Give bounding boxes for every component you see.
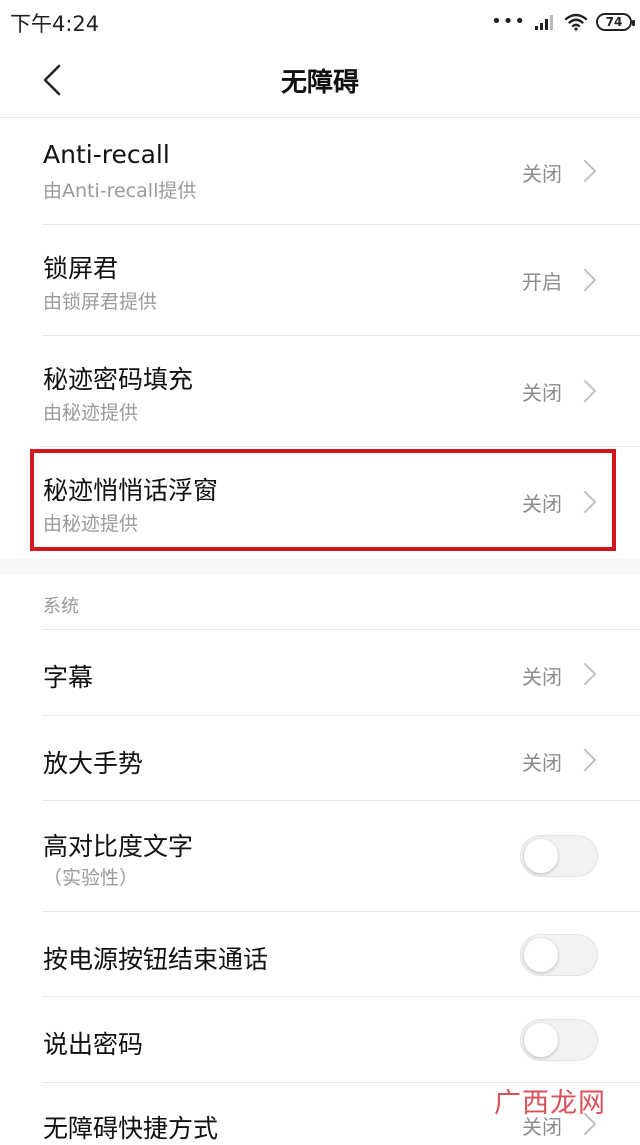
wifi-icon	[564, 13, 588, 31]
toggle-knob	[524, 938, 558, 972]
row-status: 关闭	[522, 665, 562, 689]
row-title: 秘迹密码填充	[43, 365, 194, 394]
high-contrast-toggle[interactable]	[520, 835, 598, 877]
row-title: 高对比度文字	[43, 832, 194, 861]
status-bar: 下午4:24 ••• 74	[0, 0, 640, 44]
system-row-speak-passwords: 说出密码	[0, 997, 640, 1083]
row-title: 锁屏君	[43, 254, 119, 283]
row-subtitle: 由秘迹提供	[43, 513, 139, 535]
battery-icon: 74	[596, 13, 635, 31]
system-row-high-contrast-text: 高对比度文字 （实验性）	[0, 801, 640, 912]
battery-level: 74	[605, 15, 623, 29]
row-status: 关闭	[522, 751, 562, 775]
service-row-suopingjun[interactable]: 锁屏君 由锁屏君提供 开启	[0, 225, 640, 336]
row-status: 关闭	[522, 381, 562, 405]
row-title: 字幕	[43, 663, 94, 692]
row-subtitle: 由锁屏君提供	[43, 291, 158, 313]
signal-icon	[535, 15, 553, 30]
row-title: 秘迹悄悄话浮窗	[43, 476, 219, 505]
status-time: 下午4:24	[10, 12, 100, 36]
row-subtitle: （实验性）	[43, 867, 139, 889]
row-status: 关闭	[522, 162, 562, 186]
row-status: 关闭	[522, 492, 562, 516]
section-gap	[0, 558, 640, 574]
system-row-magnification[interactable]: 放大手势 关闭	[0, 716, 640, 801]
status-icons: ••• 74	[491, 8, 635, 36]
chevron-right-icon	[584, 269, 596, 291]
toggle-knob	[524, 1023, 558, 1057]
section-header-system: 系统	[0, 574, 640, 630]
chevron-right-icon	[584, 160, 596, 182]
system-row-power-ends-call: 按电源按钮结束通话	[0, 912, 640, 997]
service-row-anti-recall[interactable]: Anti-recall 由Anti-recall提供 关闭	[0, 118, 640, 225]
chevron-right-icon	[584, 491, 596, 513]
watermark: 广西龙网	[494, 1088, 606, 1119]
chevron-right-icon	[584, 663, 596, 685]
row-title: 按电源按钮结束通话	[43, 945, 269, 974]
row-title: Anti-recall	[43, 140, 170, 169]
row-subtitle: 由秘迹提供	[43, 402, 139, 424]
row-status: 开启	[522, 270, 562, 294]
chevron-right-icon	[584, 749, 596, 771]
nav-bar: 无障碍	[0, 44, 640, 118]
service-row-miji-whisper-window[interactable]: 秘迹悄悄话浮窗 由秘迹提供 关闭	[0, 447, 640, 558]
section-label: 系统	[43, 596, 79, 617]
page-title: 无障碍	[280, 68, 359, 98]
toggle-knob	[524, 839, 558, 873]
settings-list: Anti-recall 由Anti-recall提供 关闭 锁屏君 由锁屏君提供…	[0, 118, 640, 1143]
row-title: 说出密码	[43, 1030, 144, 1059]
power-ends-call-toggle[interactable]	[520, 934, 598, 976]
row-subtitle: 由Anti-recall提供	[43, 180, 197, 202]
chevron-right-icon	[584, 380, 596, 402]
row-title: 放大手势	[43, 749, 144, 778]
speak-passwords-toggle[interactable]	[520, 1019, 598, 1061]
system-row-captions[interactable]: 字幕 关闭	[0, 630, 640, 716]
service-row-miji-password[interactable]: 秘迹密码填充 由秘迹提供 关闭	[0, 336, 640, 447]
row-title: 无障碍快捷方式	[43, 1114, 219, 1143]
more-dots-icon: •••	[491, 11, 526, 32]
